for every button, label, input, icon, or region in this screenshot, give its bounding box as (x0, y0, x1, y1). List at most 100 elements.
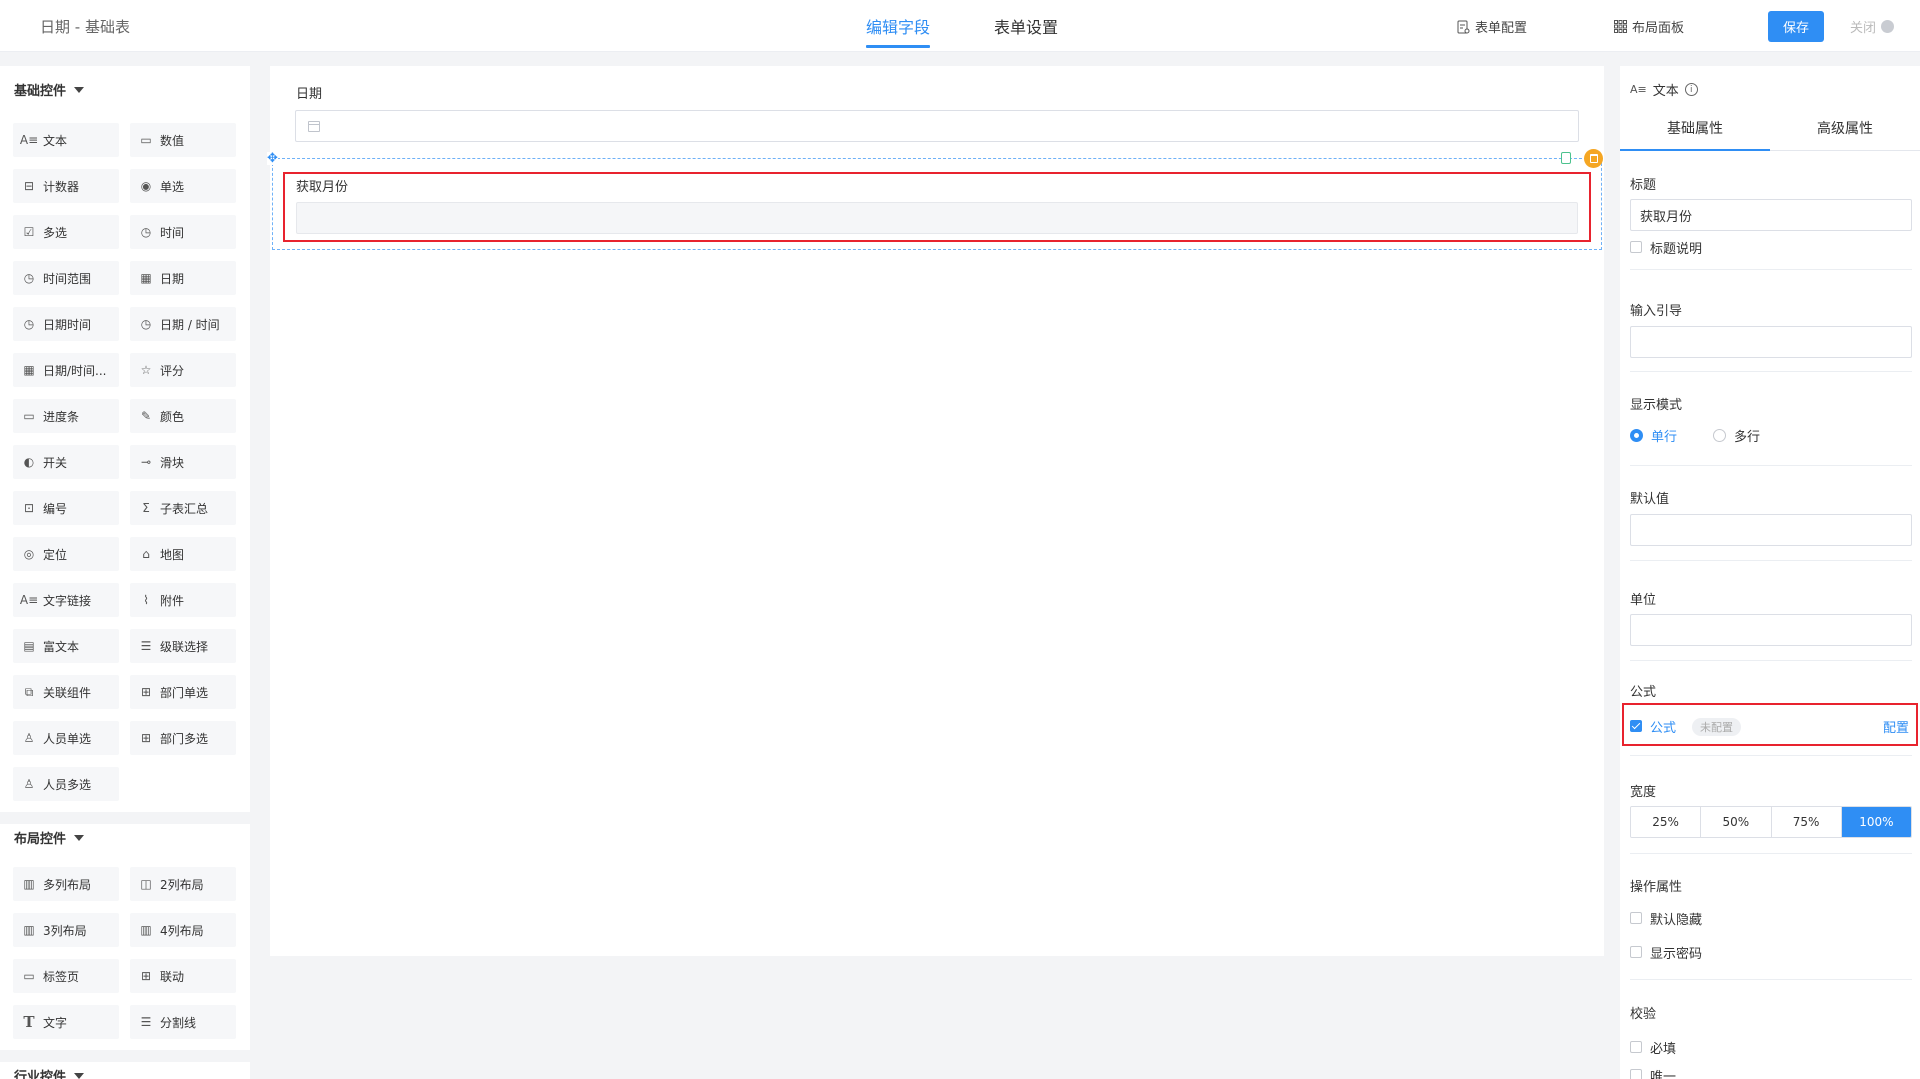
required-label: 必填 (1650, 1042, 1677, 1057)
width-option-75[interactable]: 75% (1771, 807, 1842, 837)
control-subtable-summary[interactable]: Σ 子表汇总 (130, 491, 236, 525)
control-time-range[interactable]: ◷ 时间范围 (13, 261, 119, 295)
app-title: 日期 - 基础表 (40, 18, 130, 36)
control-slider[interactable]: ⊸ 滑块 (130, 445, 236, 479)
layout-controls-header[interactable]: 布局控件 (14, 828, 85, 847)
control-location[interactable]: ◎ 定位 (13, 537, 119, 571)
control-counter[interactable]: ⊟ 计数器 (13, 169, 119, 203)
title-input[interactable]: 获取月份 (1630, 199, 1912, 231)
text-icon: A≡ (19, 133, 39, 147)
tab-edit-fields[interactable]: 编辑字段 (866, 14, 931, 50)
control-multi-column[interactable]: ▥ 多列布局 (13, 867, 119, 901)
show-password-checkbox[interactable] (1630, 946, 1642, 958)
width-option-25[interactable]: 25% (1631, 807, 1702, 837)
industry-controls-header[interactable]: 行业控件 (14, 1066, 85, 1079)
control-linkage[interactable]: ⊞ 联动 (130, 959, 236, 993)
control-switch[interactable]: ◐ 开关 (13, 445, 119, 479)
title-label: 标题 (1630, 178, 1657, 193)
progress-icon: ▭ (23, 409, 35, 423)
copy-icon[interactable] (1561, 152, 1571, 164)
control-dept-single[interactable]: ⊞ 部门单选 (130, 675, 236, 709)
control-map[interactable]: ⌂ 地图 (130, 537, 236, 571)
divider (1630, 979, 1912, 980)
top-bar: 日期 - 基础表 编辑字段 表单设置 表单配置 布局面板 保存 关闭 (0, 0, 1920, 52)
control-4-column[interactable]: ▥ 4列布局 (130, 913, 236, 947)
formula-checkbox[interactable] (1630, 720, 1642, 732)
move-handle-icon[interactable]: ✥ (267, 152, 278, 165)
date-field-input[interactable] (295, 110, 1579, 142)
pipette-icon: ✎ (140, 409, 152, 423)
basic-controls-header[interactable]: 基础控件 (14, 80, 85, 99)
control-radio[interactable]: ◉ 单选 (130, 169, 236, 203)
control-color[interactable]: ✎ 颜色 (130, 399, 236, 433)
control-number[interactable]: ▭ 数值 (130, 123, 236, 157)
divider (1630, 560, 1912, 561)
tab-form-settings[interactable]: 表单设置 (994, 14, 1058, 50)
operation-label: 操作属性 (1630, 880, 1683, 895)
width-option-100[interactable]: 100% (1841, 807, 1911, 837)
field-type-label: 文本 (1652, 84, 1679, 99)
save-button[interactable]: 保存 (1768, 11, 1824, 42)
month-field-input[interactable] (296, 202, 1578, 234)
formula-config-link[interactable]: 配置 (1883, 717, 1909, 736)
number-icon: ▭ (140, 133, 152, 147)
tab-advanced-properties[interactable]: 高级属性 (1770, 106, 1920, 151)
control-rich-text[interactable]: ▤ 富文本 (13, 629, 119, 663)
control-text[interactable]: A≡ 文本 (13, 123, 119, 157)
unique-checkbox[interactable] (1630, 1069, 1642, 1079)
paperclip-icon: ⌇ (143, 593, 149, 607)
multi-line-label: 多行 (1734, 430, 1761, 445)
control-user-multi[interactable]: ♙ 人员多选 (13, 767, 119, 801)
close-dot-icon (1881, 20, 1895, 33)
single-line-radio[interactable] (1630, 429, 1643, 442)
input-guide-input[interactable] (1630, 326, 1912, 358)
calendar-icon: ▦ (140, 271, 152, 285)
calendar-icon (308, 121, 320, 132)
control-cascade[interactable]: ☰ 级联选择 (130, 629, 236, 663)
properties-panel: A≡ 文本 i 基础属性 高级属性 标题 获取月份 标题说明 输入引导 显示模式… (1620, 66, 1920, 1079)
control-date[interactable]: ▦ 日期 (130, 261, 236, 295)
control-2-column[interactable]: ◫ 2列布局 (130, 867, 236, 901)
layout-panel-button[interactable]: 布局面板 (1614, 17, 1684, 36)
unit-input[interactable] (1630, 614, 1912, 646)
default-value-input[interactable] (1630, 514, 1912, 546)
caret-down-icon (74, 834, 85, 841)
default-hidden-checkbox[interactable] (1630, 912, 1642, 924)
divider (1630, 755, 1912, 756)
control-3-column[interactable]: ▥ 3列布局 (13, 913, 119, 947)
control-rating[interactable]: ☆ 评分 (130, 353, 236, 387)
control-divider[interactable]: ☰ 分割线 (130, 1005, 236, 1039)
control-datetime[interactable]: ◷ 日期时间 (13, 307, 119, 341)
title-desc-label: 标题说明 (1650, 242, 1703, 257)
control-tabs[interactable]: ▭ 标签页 (13, 959, 119, 993)
divider-icon: ☰ (140, 1015, 152, 1029)
control-date-or-time[interactable]: ◷ 日期 / 时间 (130, 307, 236, 341)
close-button[interactable]: 关闭 (1850, 17, 1895, 36)
control-progress[interactable]: ▭ 进度条 (13, 399, 119, 433)
formula-status-badge: 未配置 (1692, 718, 1741, 736)
control-dept-multi[interactable]: ⊞ 部门多选 (130, 721, 236, 755)
control-checkbox[interactable]: ☑ 多选 (13, 215, 119, 249)
title-desc-checkbox[interactable] (1630, 241, 1642, 253)
columns-icon: ◫ (140, 877, 152, 891)
multi-line-radio[interactable] (1713, 429, 1726, 442)
info-icon[interactable]: i (1684, 83, 1698, 96)
control-time[interactable]: ◷ 时间 (130, 215, 236, 249)
control-user-single[interactable]: ♙ 人员单选 (13, 721, 119, 755)
control-relation[interactable]: ⧉ 关联组件 (13, 675, 119, 709)
width-option-50[interactable]: 50% (1701, 807, 1772, 837)
serial-icon: ⊡ (23, 501, 35, 515)
control-attachment[interactable]: ⌇ 附件 (130, 583, 236, 617)
control-datetime-range[interactable]: ▦ 日期/时间... (13, 353, 119, 387)
required-checkbox[interactable] (1630, 1041, 1642, 1053)
control-text-link[interactable]: A≡ 文字链接 (13, 583, 119, 617)
default-hidden-label: 默认隐藏 (1650, 913, 1703, 928)
clock-icon: ◷ (23, 317, 35, 331)
validation-label: 校验 (1630, 1007, 1657, 1022)
control-type[interactable]: T 文字 (13, 1005, 119, 1039)
delete-icon[interactable] (1584, 149, 1603, 168)
control-serial[interactable]: ⊡ 编号 (13, 491, 119, 525)
single-line-label: 单行 (1651, 430, 1678, 445)
tab-basic-properties[interactable]: 基础属性 (1620, 106, 1770, 151)
form-config-button[interactable]: 表单配置 (1457, 17, 1527, 36)
